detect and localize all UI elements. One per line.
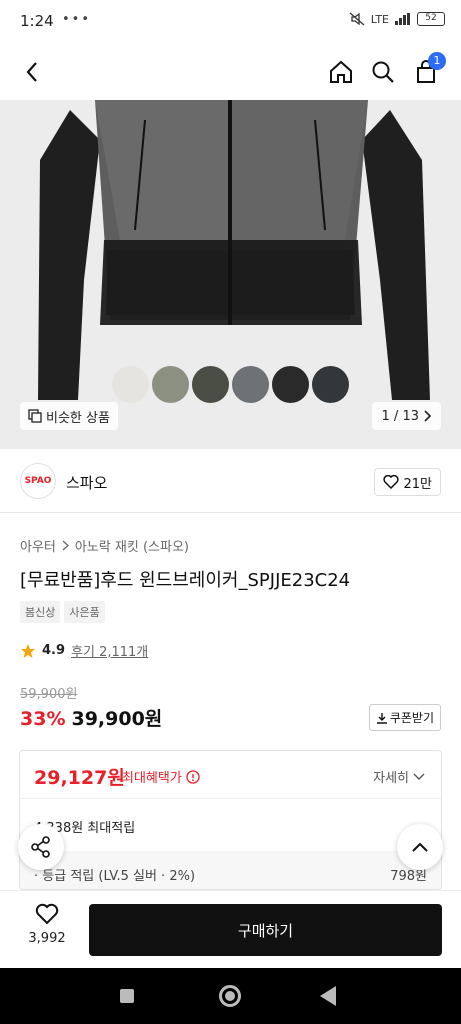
color-swatch[interactable] [192,366,229,403]
brand-row[interactable]: SPAO 스파오 21만 [0,449,461,513]
price-row: 33% 39,900원 [20,704,162,731]
color-swatch[interactable] [312,366,349,403]
grade-points-label: · 등급 적립 (LV.5 실버 · 2%) [34,869,196,884]
search-icon [372,61,394,83]
benefit-header[interactable]: 29,127원 최대혜택가 자세히 [20,751,441,799]
similar-products-button[interactable]: 비슷한 상품 [20,402,118,430]
cart-button[interactable]: 1 [410,52,446,88]
wish-count: 3,992 [28,931,66,946]
download-icon [376,712,387,724]
brand-logo[interactable]: SPAO [20,463,56,499]
tag-badge: 봄신상 [20,601,61,623]
max-benefit-price: 29,127원 [34,767,125,789]
heart-icon [35,903,59,925]
max-benefit-label: 최대혜택가 [122,767,200,786]
sale-price: 39,900원 [71,708,163,730]
network-label: LTE [370,12,389,26]
color-swatch[interactable] [112,366,149,403]
grade-points-row: · 등급 적립 (LV.5 실버 · 2%) 798원 [20,851,441,889]
home-system-button[interactable] [219,985,241,1007]
top-nav: 1 [0,44,461,100]
discount-rate: 33% [20,708,66,730]
color-swatch[interactable] [232,366,269,403]
signal-icon [395,13,410,25]
product-title: [무료반품]후드 윈드브레이커_SPJJE23C24 [20,570,351,591]
detail-toggle[interactable]: 자세히 [373,767,425,786]
image-page-indicator[interactable]: 1 / 13 [371,402,441,430]
breadcrumb: 아우터 아노락 재킷 (스파오) [20,536,189,555]
scroll-top-button[interactable] [397,824,443,870]
share-button[interactable] [18,824,64,870]
status-right: LTE 52 [349,12,445,26]
battery-icon: 52 [417,12,445,26]
color-swatches [112,366,349,403]
home-button[interactable] [325,56,357,88]
breadcrumb-subcategory[interactable]: 아노락 재킷 (스파오) [75,536,189,555]
original-price: 59,900원 [20,687,78,702]
color-swatch[interactable] [152,366,189,403]
review-link[interactable]: 후기 2,111개 [71,641,148,660]
chevron-right-icon [424,410,431,422]
share-icon [31,836,50,858]
chevron-right-icon [62,540,69,551]
heart-icon [383,475,400,489]
recent-apps-button[interactable] [120,989,134,1003]
star-icon [21,643,35,658]
coupon-button[interactable]: 쿠폰받기 [368,704,441,731]
product-tags: 봄신상 사은품 [20,601,105,623]
bottom-action-bar: 3,992 구매하기 [0,890,461,968]
back-button[interactable] [16,56,48,88]
max-benefit-text: 최대혜택가 [122,771,182,786]
similar-label: 비슷한 상품 [46,410,110,426]
wish-button[interactable]: 3,992 [20,903,74,946]
color-swatch[interactable] [272,366,309,403]
rating-row: 4.9 후기 2,111개 [20,641,148,660]
tag-badge: 사은품 [64,601,105,623]
info-icon[interactable] [186,769,200,784]
coupon-label: 쿠폰받기 [389,711,434,725]
page-indicator-text: 1 / 13 [381,408,419,424]
status-bar: 1:24 ••• LTE 52 [0,0,461,44]
back-system-button[interactable] [320,986,336,1006]
chevron-up-icon [412,842,428,852]
status-time: 1:24 [20,12,54,30]
buy-button[interactable]: 구매하기 [89,904,442,956]
cart-count-badge: 1 [428,52,446,70]
brand-like-count: 21만 [403,476,432,492]
chevron-down-icon [413,773,425,780]
breadcrumb-category[interactable]: 아우터 [20,536,56,555]
copy-icon [28,409,42,423]
mute-icon [349,12,365,26]
benefit-box: 29,127원 최대혜택가 자세히 4,338원 최대적립 · 등급 적립 (L… [19,750,442,890]
brand-like-button[interactable]: 21만 [374,468,441,496]
product-image[interactable]: 비슷한 상품 1 / 13 [0,100,461,449]
back-arrow-icon [26,62,37,82]
search-button[interactable] [367,56,399,88]
system-nav-bar [0,968,461,1024]
notification-icons: ••• [62,12,92,27]
home-icon [330,60,352,83]
brand-name[interactable]: 스파오 [66,472,107,493]
detail-label: 자세히 [373,771,409,786]
rating-value: 4.9 [42,643,66,658]
